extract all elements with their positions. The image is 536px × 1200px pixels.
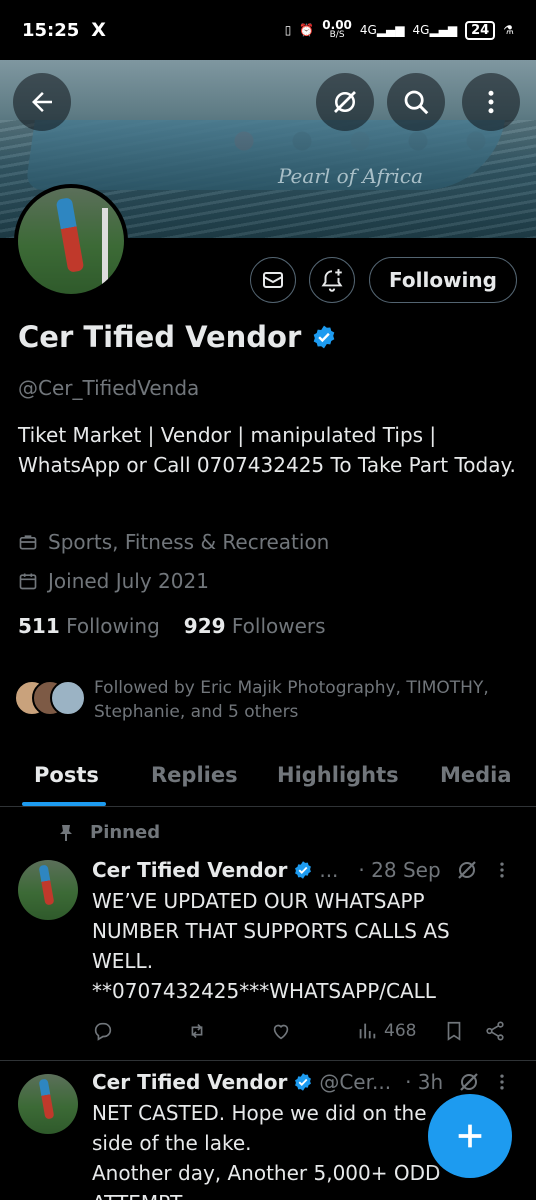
share-button[interactable] [484,1020,506,1042]
followers-link[interactable]: 929 Followers [184,614,326,638]
bookmark-icon [447,1021,461,1041]
plus-icon [458,1124,482,1148]
arrow-left-icon [32,92,52,112]
banner-boat-text: Pearl of Africa [278,164,424,188]
profile-handle: @Cer_TifiedVenda [18,376,200,400]
avatar-goalpost [102,208,108,288]
signal-1: 4G▂▄▆ [359,23,405,37]
profile-joined: Joined July 2021 [18,569,209,593]
grok-icon [334,91,356,113]
tweet-more-icon[interactable] [492,860,512,880]
tweet-author-name[interactable]: Cer Tified Vendor [92,858,287,882]
follower-avatar-3 [50,680,86,716]
reply-button[interactable] [92,1020,114,1042]
calendar-icon [19,573,37,590]
clock: 15:25 [22,19,80,41]
category-text: Sports, Fitness & Recreation [48,530,330,554]
tweet-avatar[interactable] [18,1074,78,1134]
net-speed: 0.00 B/S [322,18,352,40]
profile-category: Sports, Fitness & Recreation [18,530,329,554]
repost-button[interactable] [186,1020,208,1042]
following-button[interactable]: Following [369,257,517,303]
avatar-figure [38,864,55,906]
tab-media[interactable]: Media [440,763,512,787]
verified-badge-icon [295,861,312,879]
reply-icon [94,1022,112,1041]
banner-boat [25,120,505,190]
bell-plus-icon [321,269,343,292]
like-button[interactable] [270,1020,292,1042]
verified-badge-icon [295,1073,312,1091]
tweet-time[interactable]: · 28 Sep [358,858,440,882]
tweet-text: WE’VE UPDATED OUR WHATSAPP NUMBER THAT S… [92,889,450,1003]
lab-icon: ⚗ [503,23,514,37]
x-app-icon: X [91,19,106,41]
status-bar: 15:25 X ▯ ⏰ 0.00 B/S 4G▂▄▆ 4G▂▄▆ 24 ⚗ [0,0,536,60]
vibrate-icon: ▯ [284,23,292,37]
envelope-icon [263,272,283,288]
tweet-author-handle: @Cer... [319,1070,392,1094]
tweet-author-handle: ... [319,858,339,882]
grok-button[interactable] [316,73,374,131]
tweet-header: Cer Tified Vendor ... · 28 Sep [92,858,512,882]
share-icon [486,1021,504,1041]
repost-icon [191,1023,203,1039]
follower-avatars [14,676,86,716]
following-link[interactable]: 511 Following [18,614,160,638]
tweet-header: Cer Tified Vendor @Cer... · 3h [92,1070,512,1094]
tab-active-indicator [22,802,106,806]
tweet-time[interactable]: · 3h [405,1070,443,1094]
views-button[interactable]: 468 [356,1020,416,1042]
verified-badge-icon [313,325,335,349]
pin-icon [60,824,72,841]
follow-counts: 511 Following 929 Followers [18,614,326,638]
tweet-divider [0,1060,536,1061]
profile-tabs: Posts Replies Highlights Media [0,745,536,807]
message-button[interactable] [250,257,296,303]
pinned-label: Pinned [58,822,160,843]
notifications-button[interactable] [309,257,355,303]
profile-name: Cer Tified Vendor [18,320,302,354]
grok-icon[interactable] [455,858,479,882]
grok-icon[interactable] [457,1070,481,1094]
profile-avatar[interactable] [14,184,128,298]
joined-text: Joined July 2021 [48,569,209,593]
signal-2: 4G▂▄▆ [412,23,458,37]
briefcase-icon [19,535,37,550]
tab-replies[interactable]: Replies [151,763,238,787]
profile-name-row: Cer Tified Vendor [18,320,337,354]
avatar-figure [38,1078,55,1120]
bookmark-button[interactable] [443,1020,465,1042]
back-button[interactable] [13,73,71,131]
more-button[interactable] [462,73,520,131]
followed-by[interactable]: Followed by Eric Majik Photography, TIMO… [14,676,514,724]
search-icon [404,90,429,115]
pinned-text: Pinned [90,822,161,843]
compose-post-button[interactable] [428,1094,512,1178]
views-count: 468 [384,1021,417,1041]
search-button[interactable] [387,73,445,131]
avatar-figure [55,197,85,273]
followed-by-text: Followed by Eric Majik Photography, TIMO… [94,678,489,722]
tweet-author-name[interactable]: Cer Tified Vendor [92,1070,287,1094]
tweet-actions: 468 [92,1020,512,1046]
tweet-avatar[interactable] [18,860,78,920]
tab-posts[interactable]: Posts [34,763,99,787]
tweet-more-icon[interactable] [492,1072,512,1092]
profile-bio: Tiket Market | Vendor | manipulated Tips… [18,423,516,477]
heart-icon [273,1024,289,1040]
battery-indicator: 24 [465,20,496,40]
views-chart-icon [359,1023,376,1039]
tab-highlights[interactable]: Highlights [277,763,399,787]
alarm-icon: ⏰ [299,23,315,37]
status-icons: ▯ ⏰ 0.00 B/S 4G▂▄▆ 4G▂▄▆ 24 ⚗ [284,18,514,40]
more-vertical-icon [488,90,494,114]
